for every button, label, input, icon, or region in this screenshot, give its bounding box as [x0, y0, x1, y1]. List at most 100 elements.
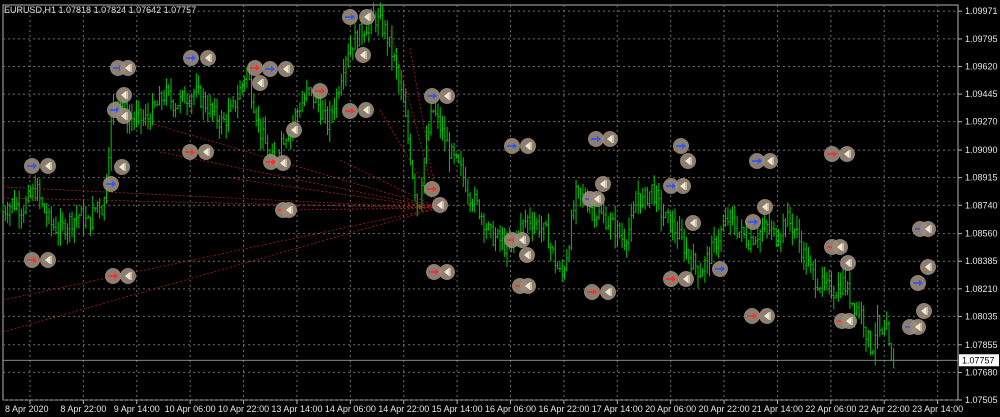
- grid: [2, 4, 959, 401]
- trade-marker: [120, 268, 136, 284]
- trade-marker: [359, 9, 375, 25]
- trade-marker: [759, 308, 775, 324]
- trend-rays: [2, 29, 439, 333]
- price-axis[interactable]: 1.09971 1.09795 1.09620 1.09445 1.09270 1.090…: [958, 6, 999, 405]
- price-chart[interactable]: 1.09971 1.09795 1.09620 1.09445 1.09270 1.090…: [0, 0, 1000, 417]
- trade-marker: [824, 146, 840, 162]
- trade-marker: [520, 138, 536, 154]
- trade-marker: [910, 319, 926, 335]
- trade-marker: [514, 232, 530, 248]
- x-tick-label: 20 Apr 06:00: [645, 404, 696, 414]
- y-tick-label: 1.07505: [965, 395, 998, 405]
- trade-marker: [40, 158, 56, 174]
- current-price-label: 1.07757: [962, 355, 995, 365]
- trade-marker: [342, 9, 358, 25]
- trade-marker: [762, 153, 778, 169]
- y-tick-label: 1.08035: [965, 311, 998, 321]
- x-tick-label: 16 Apr 22:00: [538, 404, 589, 414]
- y-tick-label: 1.08915: [965, 173, 998, 183]
- trade-marker: [312, 83, 328, 99]
- trade-marker: [840, 255, 856, 271]
- y-tick-label: 1.09090: [965, 145, 998, 155]
- trade-marker: [744, 308, 760, 324]
- trade-marker: [424, 181, 440, 197]
- x-tick-label: 16 Apr 06:00: [485, 404, 536, 414]
- trade-marker: [247, 60, 263, 76]
- x-tick-label: 14 Apr 22:00: [378, 404, 429, 414]
- trade-marker: [278, 61, 294, 77]
- trade-marker: [588, 131, 604, 147]
- trade-marker: [275, 155, 291, 171]
- trade-marker: [745, 214, 761, 230]
- trade-marker: [40, 252, 56, 268]
- y-tick-label: 1.09971: [965, 6, 998, 16]
- trade-marker: [281, 202, 297, 218]
- y-tick-label: 1.09270: [965, 117, 998, 127]
- trend-ray: [279, 207, 439, 211]
- x-tick-label: 22 Apr 06:00: [805, 404, 856, 414]
- trade-marker: [504, 138, 520, 154]
- x-tick-label: 9 Apr 14:00: [114, 404, 160, 414]
- y-tick-label: 1.08740: [965, 200, 998, 210]
- x-tick-label: 15 Apr 14:00: [432, 404, 483, 414]
- x-tick-label: 14 Apr 06:00: [325, 404, 376, 414]
- y-tick-label: 1.08210: [965, 284, 998, 294]
- trade-marker: [24, 158, 40, 174]
- x-tick-label: 21 Apr 14:00: [752, 404, 803, 414]
- trade-marker: [675, 178, 691, 194]
- trade-marker: [105, 268, 121, 284]
- x-tick-label: 10 Apr 06:00: [165, 404, 216, 414]
- trade-marker: [685, 215, 701, 231]
- trade-marker: [262, 61, 278, 77]
- trade-marker: [712, 261, 728, 277]
- trade-marker: [252, 75, 268, 91]
- trade-marker: [673, 138, 689, 154]
- trade-marker: [200, 50, 216, 66]
- y-tick-label: 1.08385: [965, 256, 998, 266]
- x-tick-label: 8 Apr 22:00: [60, 404, 106, 414]
- trade-marker: [342, 103, 358, 119]
- trade-marker: [120, 60, 136, 76]
- trade-marker: [182, 144, 198, 160]
- trade-marker: [910, 275, 926, 291]
- trade-marker: [680, 153, 696, 169]
- trade-marker: [602, 131, 618, 147]
- x-tick-label: 22 Apr 22:00: [859, 404, 910, 414]
- plot-frame: [2, 4, 959, 401]
- trade-marker: [424, 88, 440, 104]
- trade-marker: [116, 108, 132, 124]
- y-tick-label: 1.09795: [965, 34, 998, 44]
- y-tick-label: 1.09620: [965, 61, 998, 71]
- chart-window[interactable]: EURUSD,H1 1.07818 1.07824 1.07642 1.0775…: [0, 0, 1000, 417]
- trade-marker: [116, 87, 132, 103]
- time-axis[interactable]: 8 Apr 2020 8 Apr 22:00 9 Apr 14:00 10 Apr 0…: [5, 400, 963, 414]
- trade-marker: [520, 278, 536, 294]
- trade-marker: [439, 264, 455, 280]
- x-tick-label: 10 Apr 22:00: [218, 404, 269, 414]
- trade-marker: [198, 144, 214, 160]
- trade-marker: [519, 247, 535, 263]
- y-tick-label: 1.08560: [965, 229, 998, 239]
- trade-marker: [916, 303, 932, 319]
- trade-marker: [114, 159, 130, 175]
- trade-marker: [183, 50, 199, 66]
- trend-ray: [2, 207, 439, 301]
- y-tick-label: 1.09445: [965, 89, 998, 99]
- x-tick-label: 17 Apr 14:00: [592, 404, 643, 414]
- trade-marker: [832, 239, 848, 255]
- trade-marker: [920, 259, 936, 275]
- x-tick-label: 23 Apr 14:00: [912, 404, 963, 414]
- trade-marker: [839, 146, 855, 162]
- trend-ray: [2, 197, 439, 209]
- trade-marker: [595, 176, 611, 192]
- x-tick-label: 8 Apr 2020: [5, 404, 49, 414]
- trade-marker: [678, 271, 694, 287]
- trend-ray: [2, 207, 439, 333]
- trade-marker: [439, 88, 455, 104]
- x-tick-label: 13 Apr 14:00: [271, 404, 322, 414]
- trend-ray: [229, 177, 439, 209]
- trade-marker: [841, 313, 857, 329]
- trade-marker: [920, 221, 936, 237]
- trade-marker: [589, 191, 605, 207]
- y-tick-label: 1.07855: [965, 340, 998, 350]
